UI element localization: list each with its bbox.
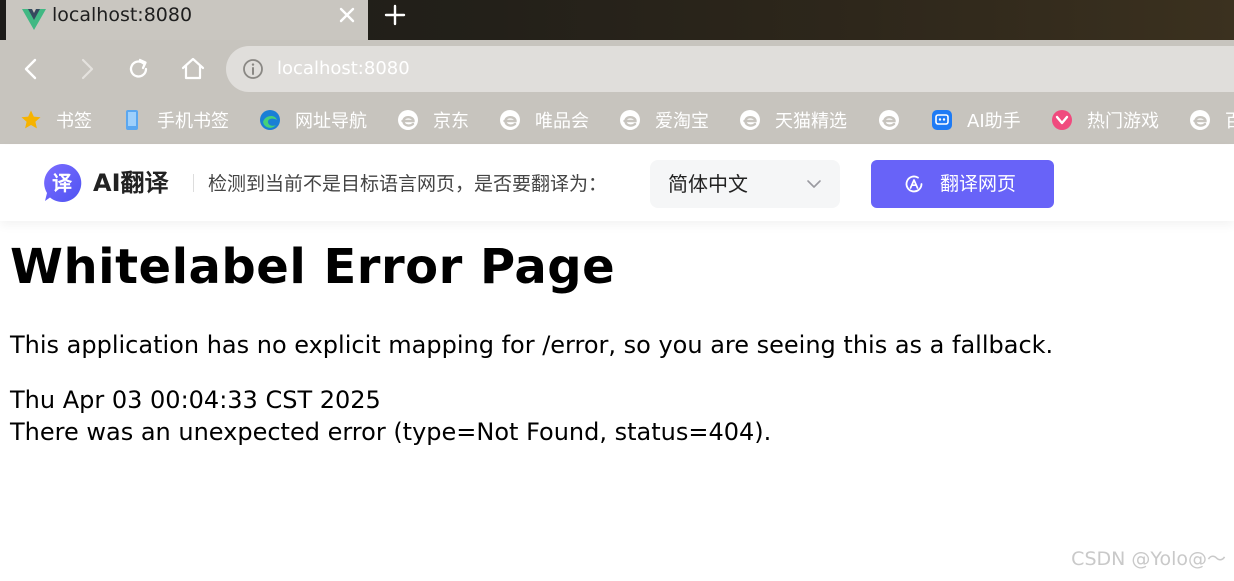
game-icon (1052, 110, 1072, 130)
bookmark-vip[interactable]: 唯品会 (499, 108, 589, 132)
forward-icon[interactable] (74, 56, 100, 82)
tab-title: localhost:8080 (52, 4, 193, 26)
bookmark-aitaobao[interactable]: 爱淘宝 (619, 108, 709, 132)
bookmark-games[interactable]: 热门游戏 (1051, 108, 1159, 132)
phone-icon (126, 110, 138, 130)
back-icon[interactable] (18, 56, 44, 82)
chevron-down-icon (807, 180, 821, 188)
error-detail: There was an unexpected error (type=Not … (10, 418, 772, 446)
tab-strip: localhost:8080 (0, 0, 1234, 40)
new-tab-icon[interactable] (384, 4, 406, 26)
translate-product-name: AI翻译 (93, 169, 169, 197)
bookmark-tmall[interactable]: 天猫精选 (739, 108, 847, 132)
close-icon[interactable] (338, 6, 356, 24)
e-logo-icon (500, 110, 520, 130)
browser-toolbar: localhost:8080 (0, 40, 1234, 98)
home-icon[interactable] (180, 56, 206, 82)
site-info-icon[interactable] (242, 58, 264, 80)
reload-icon[interactable] (126, 56, 152, 82)
e-logo-icon (398, 110, 418, 130)
bookmarks-bar: 书签 手机书签 网址导航 京东 唯品会 爱淘宝 天猫精选 AI助手 热门游戏 (0, 98, 1234, 144)
translate-icon (905, 175, 923, 193)
translate-page-button[interactable]: 翻译网页 (871, 160, 1054, 208)
star-icon (21, 110, 41, 129)
target-language-select[interactable]: 简体中文 (650, 160, 840, 208)
translate-button-label: 翻译网页 (940, 173, 1017, 195)
e-logo-icon (1190, 110, 1210, 130)
bookmark-ai-assistant[interactable]: AI助手 (931, 108, 1021, 132)
edge-browser-icon (260, 110, 280, 130)
bookmark-jd[interactable]: 京东 (397, 108, 469, 132)
translate-prompt: 检测到当前不是目标语言网页，是否要翻译为： (208, 173, 608, 195)
translate-logo-icon: 译 (44, 163, 82, 202)
watermark: CSDN @Yolo@～ (1071, 548, 1226, 570)
bookmark-shuqian[interactable]: 书签 (20, 108, 92, 132)
e-logo-icon (740, 110, 760, 130)
page-title: Whitelabel Error Page (10, 239, 616, 295)
address-url[interactable]: localhost:8080 (277, 58, 410, 80)
target-language-value: 简体中文 (668, 172, 748, 196)
error-timestamp: Thu Apr 03 00:04:33 CST 2025 (10, 386, 381, 414)
e-logo-icon (620, 110, 640, 130)
address-bar[interactable]: localhost:8080 (226, 46, 1234, 92)
bookmark-mobile[interactable]: 手机书签 (121, 108, 229, 132)
divider (193, 174, 194, 192)
browser-tab[interactable]: localhost:8080 (6, 0, 368, 40)
vue-logo-icon (22, 9, 46, 30)
e-logo-icon (879, 110, 899, 130)
translate-logo-glyph: 译 (52, 171, 73, 195)
bookmark-nav[interactable]: 网址导航 (259, 108, 367, 132)
bookmark-unnamed[interactable] (878, 108, 914, 132)
error-message: This application has no explicit mapping… (10, 331, 1054, 359)
ai-assistant-icon (932, 110, 952, 130)
bookmark-bai[interactable]: 百 (1189, 108, 1234, 132)
translate-bar: 译 AI翻译 检测到当前不是目标语言网页，是否要翻译为： 简体中文 翻译网页 (0, 145, 1234, 221)
